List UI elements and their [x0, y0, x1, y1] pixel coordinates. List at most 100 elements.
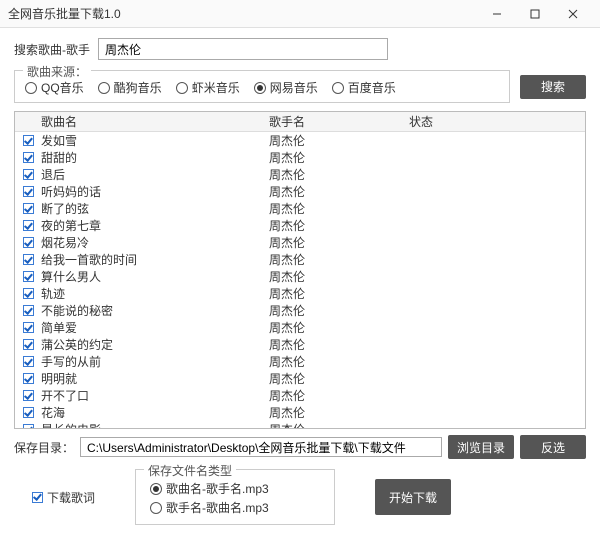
source-radio-1[interactable]: 酷狗音乐	[98, 79, 162, 96]
start-download-button[interactable]: 开始下载	[375, 479, 451, 515]
row-checkbox[interactable]	[23, 152, 34, 163]
table-row[interactable]: 算什么男人周杰伦	[15, 268, 585, 285]
col-song-header[interactable]: 歌曲名	[37, 113, 265, 130]
col-status-header[interactable]: 状态	[405, 113, 585, 130]
cell-song: 手写的从前	[37, 353, 265, 370]
row-checkbox[interactable]	[23, 424, 34, 429]
table-row[interactable]: 烟花易冷周杰伦	[15, 234, 585, 251]
table-row[interactable]: 花海周杰伦	[15, 404, 585, 421]
source-radio-2[interactable]: 虾米音乐	[176, 79, 240, 96]
cell-artist: 周杰伦	[265, 404, 405, 421]
cell-artist: 周杰伦	[265, 421, 405, 429]
filename-radio-1[interactable]: 歌手名-歌曲名.mp3	[150, 499, 320, 516]
table-row[interactable]: 甜甜的周杰伦	[15, 149, 585, 166]
table-row[interactable]: 轨迹周杰伦	[15, 285, 585, 302]
filename-fieldset: 保存文件名类型 歌曲名-歌手名.mp3歌手名-歌曲名.mp3	[135, 469, 335, 525]
source-radio-4[interactable]: 百度音乐	[332, 79, 396, 96]
cell-artist: 周杰伦	[265, 319, 405, 336]
row-checkbox[interactable]	[23, 254, 34, 265]
cell-song: 发如雪	[37, 132, 265, 149]
cell-artist: 周杰伦	[265, 200, 405, 217]
checkbox-icon	[32, 492, 43, 503]
radio-icon	[150, 483, 162, 495]
cell-song: 开不了口	[37, 387, 265, 404]
radio-icon	[98, 82, 110, 94]
row-checkbox[interactable]	[23, 186, 34, 197]
row-checkbox[interactable]	[23, 407, 34, 418]
source-radio-label: 网易音乐	[270, 79, 318, 96]
download-lyrics-checkbox[interactable]: 下载歌词	[28, 489, 95, 506]
radio-icon	[176, 82, 188, 94]
window-title: 全网音乐批量下载1.0	[8, 5, 478, 22]
cell-song: 退后	[37, 166, 265, 183]
row-checkbox[interactable]	[23, 356, 34, 367]
browse-button[interactable]: 浏览目录	[448, 435, 514, 459]
source-radio-label: 虾米音乐	[192, 79, 240, 96]
filename-legend: 保存文件名类型	[144, 462, 236, 479]
source-radio-0[interactable]: QQ音乐	[25, 79, 84, 96]
cell-song: 给我一首歌的时间	[37, 251, 265, 268]
cell-song: 蒲公英的约定	[37, 336, 265, 353]
radio-icon	[25, 82, 37, 94]
cell-artist: 周杰伦	[265, 217, 405, 234]
search-button[interactable]: 搜索	[520, 75, 586, 99]
cell-song: 夜的第七章	[37, 217, 265, 234]
row-checkbox[interactable]	[23, 339, 34, 350]
minimize-button[interactable]	[478, 0, 516, 28]
row-checkbox[interactable]	[23, 288, 34, 299]
filename-radio-0[interactable]: 歌曲名-歌手名.mp3	[150, 480, 320, 497]
row-checkbox[interactable]	[23, 322, 34, 333]
row-checkbox[interactable]	[23, 305, 34, 316]
cell-artist: 周杰伦	[265, 251, 405, 268]
table-row[interactable]: 给我一首歌的时间周杰伦	[15, 251, 585, 268]
radio-icon	[150, 502, 162, 514]
search-input[interactable]	[98, 38, 388, 60]
col-artist-header[interactable]: 歌手名	[265, 113, 405, 130]
source-radio-3[interactable]: 网易音乐	[254, 79, 318, 96]
cell-artist: 周杰伦	[265, 183, 405, 200]
cell-artist: 周杰伦	[265, 302, 405, 319]
table-row[interactable]: 手写的从前周杰伦	[15, 353, 585, 370]
search-label: 搜索歌曲-歌手	[14, 41, 90, 58]
source-fieldset: 歌曲来源： QQ音乐酷狗音乐虾米音乐网易音乐百度音乐	[14, 70, 510, 103]
cell-artist: 周杰伦	[265, 285, 405, 302]
row-checkbox[interactable]	[23, 237, 34, 248]
table-row[interactable]: 退后周杰伦	[15, 166, 585, 183]
table-row[interactable]: 蒲公英的约定周杰伦	[15, 336, 585, 353]
table-row[interactable]: 断了的弦周杰伦	[15, 200, 585, 217]
cell-song: 不能说的秘密	[37, 302, 265, 319]
table-row[interactable]: 简单爱周杰伦	[15, 319, 585, 336]
cell-song: 最长的电影	[37, 421, 265, 429]
close-button[interactable]	[554, 0, 592, 28]
cell-song: 算什么男人	[37, 268, 265, 285]
save-path-input[interactable]	[80, 437, 442, 457]
source-legend: 歌曲来源：	[23, 63, 91, 80]
cell-song: 烟花易冷	[37, 234, 265, 251]
table-row[interactable]: 听妈妈的话周杰伦	[15, 183, 585, 200]
invert-selection-button[interactable]: 反选	[520, 435, 586, 459]
table-row[interactable]: 不能说的秘密周杰伦	[15, 302, 585, 319]
table-row[interactable]: 开不了口周杰伦	[15, 387, 585, 404]
filename-radio-label: 歌曲名-歌手名.mp3	[166, 480, 269, 497]
row-checkbox[interactable]	[23, 169, 34, 180]
cell-song: 简单爱	[37, 319, 265, 336]
cell-artist: 周杰伦	[265, 149, 405, 166]
row-checkbox[interactable]	[23, 135, 34, 146]
table-row[interactable]: 发如雪周杰伦	[15, 132, 585, 149]
maximize-button[interactable]	[516, 0, 554, 28]
row-checkbox[interactable]	[23, 390, 34, 401]
results-table[interactable]: 歌曲名 歌手名 状态 发如雪周杰伦甜甜的周杰伦退后周杰伦听妈妈的话周杰伦断了的弦…	[14, 111, 586, 429]
cell-artist: 周杰伦	[265, 234, 405, 251]
cell-song: 听妈妈的话	[37, 183, 265, 200]
table-row[interactable]: 明明就周杰伦	[15, 370, 585, 387]
row-checkbox[interactable]	[23, 271, 34, 282]
save-label: 保存目录：	[14, 439, 74, 456]
row-checkbox[interactable]	[23, 203, 34, 214]
cell-song: 断了的弦	[37, 200, 265, 217]
row-checkbox[interactable]	[23, 373, 34, 384]
row-checkbox[interactable]	[23, 220, 34, 231]
cell-song: 明明就	[37, 370, 265, 387]
table-row[interactable]: 最长的电影周杰伦	[15, 421, 585, 429]
table-row[interactable]: 夜的第七章周杰伦	[15, 217, 585, 234]
filename-radio-label: 歌手名-歌曲名.mp3	[166, 499, 269, 516]
